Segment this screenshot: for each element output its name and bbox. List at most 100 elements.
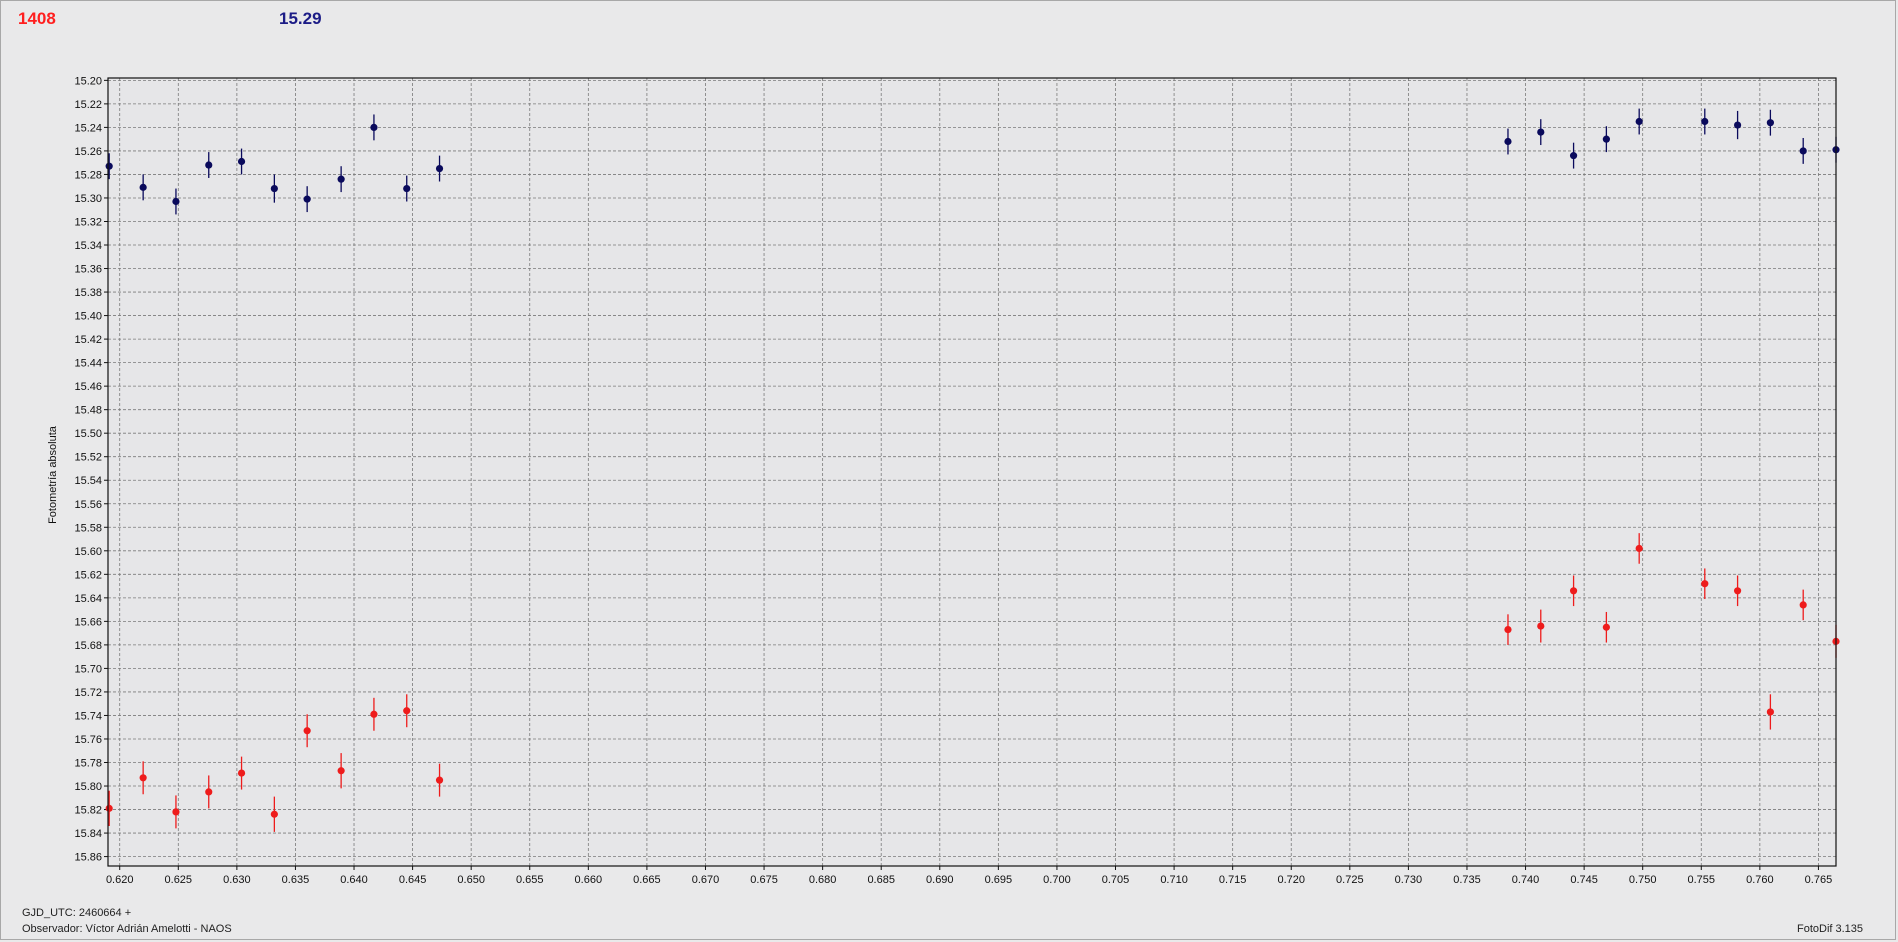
- x-tick-label: 0.705: [1102, 874, 1130, 886]
- y-tick-label: 15.36: [74, 264, 102, 276]
- x-tick-label: 0.620: [106, 874, 134, 886]
- data-point: [1733, 121, 1742, 129]
- y-tick-label: 15.68: [74, 640, 102, 652]
- x-tick-label: 0.735: [1453, 874, 1481, 886]
- data-point: [1504, 626, 1512, 634]
- x-tick-label: 0.660: [575, 874, 603, 886]
- y-tick-label: 15.78: [74, 758, 102, 770]
- gjd-label: GJD_UTC: 2460664 +: [22, 907, 132, 919]
- x-tick-label: 0.730: [1395, 874, 1423, 886]
- data-point: [303, 195, 311, 203]
- y-tick-label: 15.30: [74, 193, 102, 205]
- y-tick-label: 15.76: [74, 734, 102, 746]
- data-point: [105, 162, 113, 170]
- y-tick-label: 15.72: [74, 687, 102, 699]
- y-tick-label: 15.66: [74, 616, 102, 628]
- x-tick-label: 0.695: [985, 874, 1013, 886]
- y-tick-label: 15.80: [74, 781, 102, 793]
- data-point: [270, 184, 278, 193]
- x-tick-label: 0.675: [750, 874, 778, 886]
- y-tick-label: 15.46: [74, 381, 102, 393]
- x-tick-label: 0.665: [633, 874, 661, 886]
- data-point: [370, 123, 378, 131]
- data-point: [1569, 587, 1578, 595]
- x-tick-label: 0.725: [1336, 874, 1364, 886]
- y-axis-label: Fotometría absoluta: [47, 425, 59, 524]
- data-point: [403, 707, 411, 715]
- plot-background: [108, 78, 1836, 866]
- data-point: [370, 710, 378, 718]
- data-point: [139, 183, 147, 191]
- data-point: [1635, 117, 1643, 126]
- data-point: [172, 197, 180, 206]
- data-point: [1635, 544, 1643, 553]
- x-tick-label: 0.645: [399, 874, 427, 886]
- y-tick-label: 15.50: [74, 428, 102, 440]
- x-tick-label: 0.765: [1805, 874, 1833, 886]
- y-tick-label: 15.54: [74, 475, 102, 487]
- y-tick-label: 15.74: [74, 710, 102, 722]
- x-tick-label: 0.690: [926, 874, 954, 886]
- data-point: [403, 184, 411, 193]
- x-tick-label: 0.710: [1160, 874, 1188, 886]
- x-tick-label: 0.680: [809, 874, 837, 886]
- y-tick-label: 15.34: [74, 240, 102, 252]
- x-tick-label: 0.650: [457, 874, 485, 886]
- grid-lines: [104, 78, 1836, 870]
- data-point: [303, 727, 311, 735]
- data-point: [1504, 137, 1512, 146]
- y-tick-label: 15.28: [74, 169, 102, 181]
- y-tick-label: 15.38: [74, 287, 102, 299]
- software-version-label: FotoDif 3.135: [1797, 923, 1864, 935]
- data-point: [139, 774, 147, 782]
- y-tick-label: 15.52: [74, 452, 102, 464]
- y-tick-label: 15.26: [74, 146, 102, 158]
- x-tick-label: 0.685: [867, 874, 895, 886]
- y-tick-label: 15.22: [74, 99, 102, 111]
- y-tick-label: 15.86: [74, 852, 102, 864]
- data-point: [1537, 622, 1545, 630]
- x-tick-label: 0.700: [1043, 874, 1071, 886]
- x-tick-label: 0.670: [692, 874, 720, 886]
- data-point: [337, 175, 345, 183]
- x-tick-label: 0.630: [223, 874, 251, 886]
- data-point: [435, 776, 444, 784]
- y-tick-label: 15.56: [74, 499, 102, 511]
- y-tick-label: 15.64: [74, 593, 102, 605]
- data-point: [205, 161, 213, 169]
- data-point: [1602, 623, 1610, 631]
- observer-label: Observador: Víctor Adrián Amelotti - NAO…: [22, 923, 232, 935]
- y-tick-label: 15.82: [74, 805, 102, 817]
- y-tick-label: 15.58: [74, 522, 102, 534]
- y-tick-label: 15.84: [74, 828, 102, 840]
- y-tick-label: 15.32: [74, 216, 102, 228]
- data-point: [1766, 708, 1774, 716]
- x-tick-label: 0.755: [1688, 874, 1716, 886]
- y-tick-label: 15.70: [74, 663, 102, 675]
- y-tick-label: 15.60: [74, 546, 102, 558]
- x-tick-label: 0.750: [1629, 874, 1657, 886]
- x-tick-label: 0.715: [1219, 874, 1247, 886]
- x-tick-label: 0.740: [1512, 874, 1540, 886]
- x-tick-label: 0.655: [516, 874, 544, 886]
- x-tick-label: 0.720: [1277, 874, 1305, 886]
- data-point: [270, 810, 278, 818]
- x-tick-label: 0.635: [282, 874, 310, 886]
- data-point: [1537, 128, 1545, 136]
- data-point: [172, 808, 180, 816]
- data-point: [1602, 135, 1610, 143]
- y-tick-label: 15.48: [74, 405, 102, 417]
- data-point: [435, 164, 444, 173]
- data-point: [1701, 117, 1709, 126]
- y-tick-label: 15.40: [74, 311, 102, 323]
- data-point: [1799, 147, 1807, 155]
- data-point: [1733, 587, 1742, 595]
- data-point: [105, 804, 113, 812]
- data-point: [1569, 152, 1578, 160]
- data-point: [337, 767, 345, 775]
- light-curve-chart: 15.20 15.22 15.24 15.26 15.28 15.30 15.32 15.34…: [47, 75, 1840, 886]
- data-point: [237, 769, 246, 777]
- data-point: [237, 157, 246, 166]
- x-tick-label: 0.760: [1746, 874, 1774, 886]
- x-tick-label: 0.640: [340, 874, 368, 886]
